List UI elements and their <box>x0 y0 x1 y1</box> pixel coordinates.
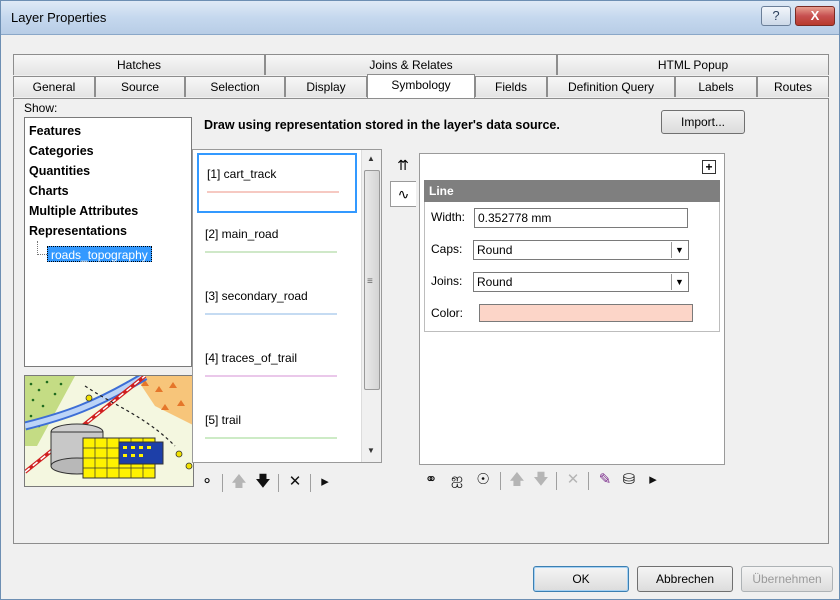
preview-map-image <box>24 375 194 487</box>
caps-label: Caps: <box>431 242 463 256</box>
show-features[interactable]: Features <box>29 124 81 138</box>
rep-line-preview <box>205 251 337 253</box>
list-item[interactable]: [3] secondary_road <box>197 277 357 337</box>
caps-value: Round <box>477 243 513 257</box>
tab-labels[interactable]: Labels <box>675 76 757 97</box>
properties-toolbar: ⚭ ஐ ☉ 🡅 🡇 ✕ ✎ ⛁ ▸ <box>420 469 726 493</box>
rep-line-preview <box>205 375 337 377</box>
delete-icon[interactable]: ✕ <box>562 469 584 491</box>
line-header: Line <box>424 180 720 202</box>
layer-properties-window: Layer Properties ? X Hatches Joins & Rel… <box>0 0 840 600</box>
show-multiple-attributes[interactable]: Multiple Attributes <box>29 204 138 218</box>
rep-label-trail: [5] trail <box>205 413 242 427</box>
delete-icon[interactable]: ✕ <box>284 471 306 493</box>
edit-icon[interactable]: ✎ <box>594 469 616 491</box>
more-icon[interactable]: ▸ <box>642 469 664 491</box>
joins-value: Round <box>477 275 513 289</box>
line-properties-panel: + Line Width: 0.352778 mm Caps: Round ▼ … <box>419 153 725 465</box>
align-icon[interactable]: ⇈ <box>390 153 416 179</box>
show-charts[interactable]: Charts <box>29 184 69 198</box>
list-item[interactable]: [4] traces_of_trail <box>197 339 357 399</box>
show-tree[interactable]: Features Categories Quantities Charts Mu… <box>24 117 192 367</box>
cancel-button[interactable]: Abbrechen <box>637 566 733 592</box>
rep-line-preview <box>205 437 337 439</box>
tab-symbology[interactable]: Symbology <box>367 74 475 98</box>
show-representations[interactable]: Representations <box>29 224 127 238</box>
rep-label-traces-of-trail: [4] traces_of_trail <box>205 351 298 365</box>
add-rule-icon[interactable]: ⚭ <box>420 469 442 491</box>
move-down-icon[interactable]: 🡇 <box>530 469 552 491</box>
expand-plus-icon[interactable]: + <box>702 160 716 174</box>
list-item[interactable]: [5] trail <box>197 401 357 461</box>
symbology-panel: Show: Features Categories Quantities Cha… <box>13 98 829 544</box>
scroll-up-icon[interactable]: ▲ <box>367 154 375 163</box>
tab-fields[interactable]: Fields <box>475 76 547 97</box>
side-tabs: ⇈ ∿ <box>390 153 416 213</box>
tab-definition-query[interactable]: Definition Query <box>547 76 675 97</box>
move-up-icon[interactable]: 🡅 <box>228 471 250 493</box>
close-button[interactable]: X <box>795 6 835 26</box>
add-icon[interactable]: ⚬ <box>196 471 218 493</box>
line-properties-body: Width: 0.352778 mm Caps: Round ▼ Joins: … <box>424 202 720 332</box>
caps-select[interactable]: Round ▼ <box>473 240 689 260</box>
tab-hatches[interactable]: Hatches <box>13 54 265 75</box>
import-button[interactable]: Import... <box>661 110 745 134</box>
list-toolbar: ⚬ 🡅 🡇 ✕ ▸ <box>196 471 386 495</box>
color-label: Color: <box>431 306 464 320</box>
scroll-down-icon[interactable]: ▼ <box>367 446 375 455</box>
scroll-grip-icon: ≡ <box>367 276 373 287</box>
tree-connector <box>37 241 47 255</box>
dialog-buttons: OK Abbrechen Übernehmen <box>1 566 839 594</box>
add-marker-icon[interactable]: ☉ <box>472 469 494 491</box>
tab-source[interactable]: Source <box>95 76 185 97</box>
joins-label: Joins: <box>431 274 463 288</box>
list-scrollbar[interactable]: ▲ ≡ ▼ <box>361 150 381 462</box>
tab-html-popup[interactable]: HTML Popup <box>557 54 829 75</box>
tab-joins-relates[interactable]: Joins & Relates <box>265 54 557 75</box>
rep-label-cart-track: [1] cart_track <box>207 167 277 181</box>
add-geometric-effect-icon[interactable]: ஐ <box>446 469 468 491</box>
tab-selection[interactable]: Selection <box>185 76 285 97</box>
representation-list[interactable]: [1] cart_track [2] main_road [3] seconda… <box>192 149 382 463</box>
color-swatch[interactable] <box>479 304 693 322</box>
width-field[interactable]: 0.352778 mm <box>474 208 688 228</box>
window-title: Layer Properties <box>11 10 107 25</box>
help-button[interactable]: ? <box>761 6 791 26</box>
tab-display[interactable]: Display <box>285 76 367 97</box>
show-categories[interactable]: Categories <box>29 144 94 158</box>
list-item[interactable]: [2] main_road <box>197 215 357 275</box>
show-roads-topography[interactable]: roads_topography <box>47 246 152 262</box>
rep-label-main-road: [2] main_road <box>205 227 279 241</box>
list-item[interactable]: [1] cart_track <box>197 153 357 213</box>
rep-line-preview <box>207 191 339 193</box>
rep-label-secondary-road: [3] secondary_road <box>205 289 308 303</box>
rep-line-preview <box>205 313 337 315</box>
move-up-icon[interactable]: 🡅 <box>506 469 528 491</box>
chevron-down-icon[interactable]: ▼ <box>671 242 687 258</box>
joins-select[interactable]: Round ▼ <box>473 272 689 292</box>
title-bar[interactable]: Layer Properties ? X <box>1 1 839 35</box>
ok-button[interactable]: OK <box>533 566 629 592</box>
move-down-icon[interactable]: 🡇 <box>252 471 274 493</box>
show-label: Show: <box>24 101 58 115</box>
symbology-description: Draw using representation stored in the … <box>204 118 560 132</box>
chevron-down-icon[interactable]: ▼ <box>671 274 687 290</box>
database-icon[interactable]: ⛁ <box>618 469 640 491</box>
tab-routes[interactable]: Routes <box>757 76 829 97</box>
tab-general[interactable]: General <box>13 76 95 97</box>
apply-button[interactable]: Übernehmen <box>741 566 833 592</box>
width-label: Width: <box>431 210 466 224</box>
map-illustration-icon <box>25 376 193 486</box>
show-quantities[interactable]: Quantities <box>29 164 90 178</box>
line-stroke-icon[interactable]: ∿ <box>390 181 416 207</box>
more-icon[interactable]: ▸ <box>314 471 336 493</box>
